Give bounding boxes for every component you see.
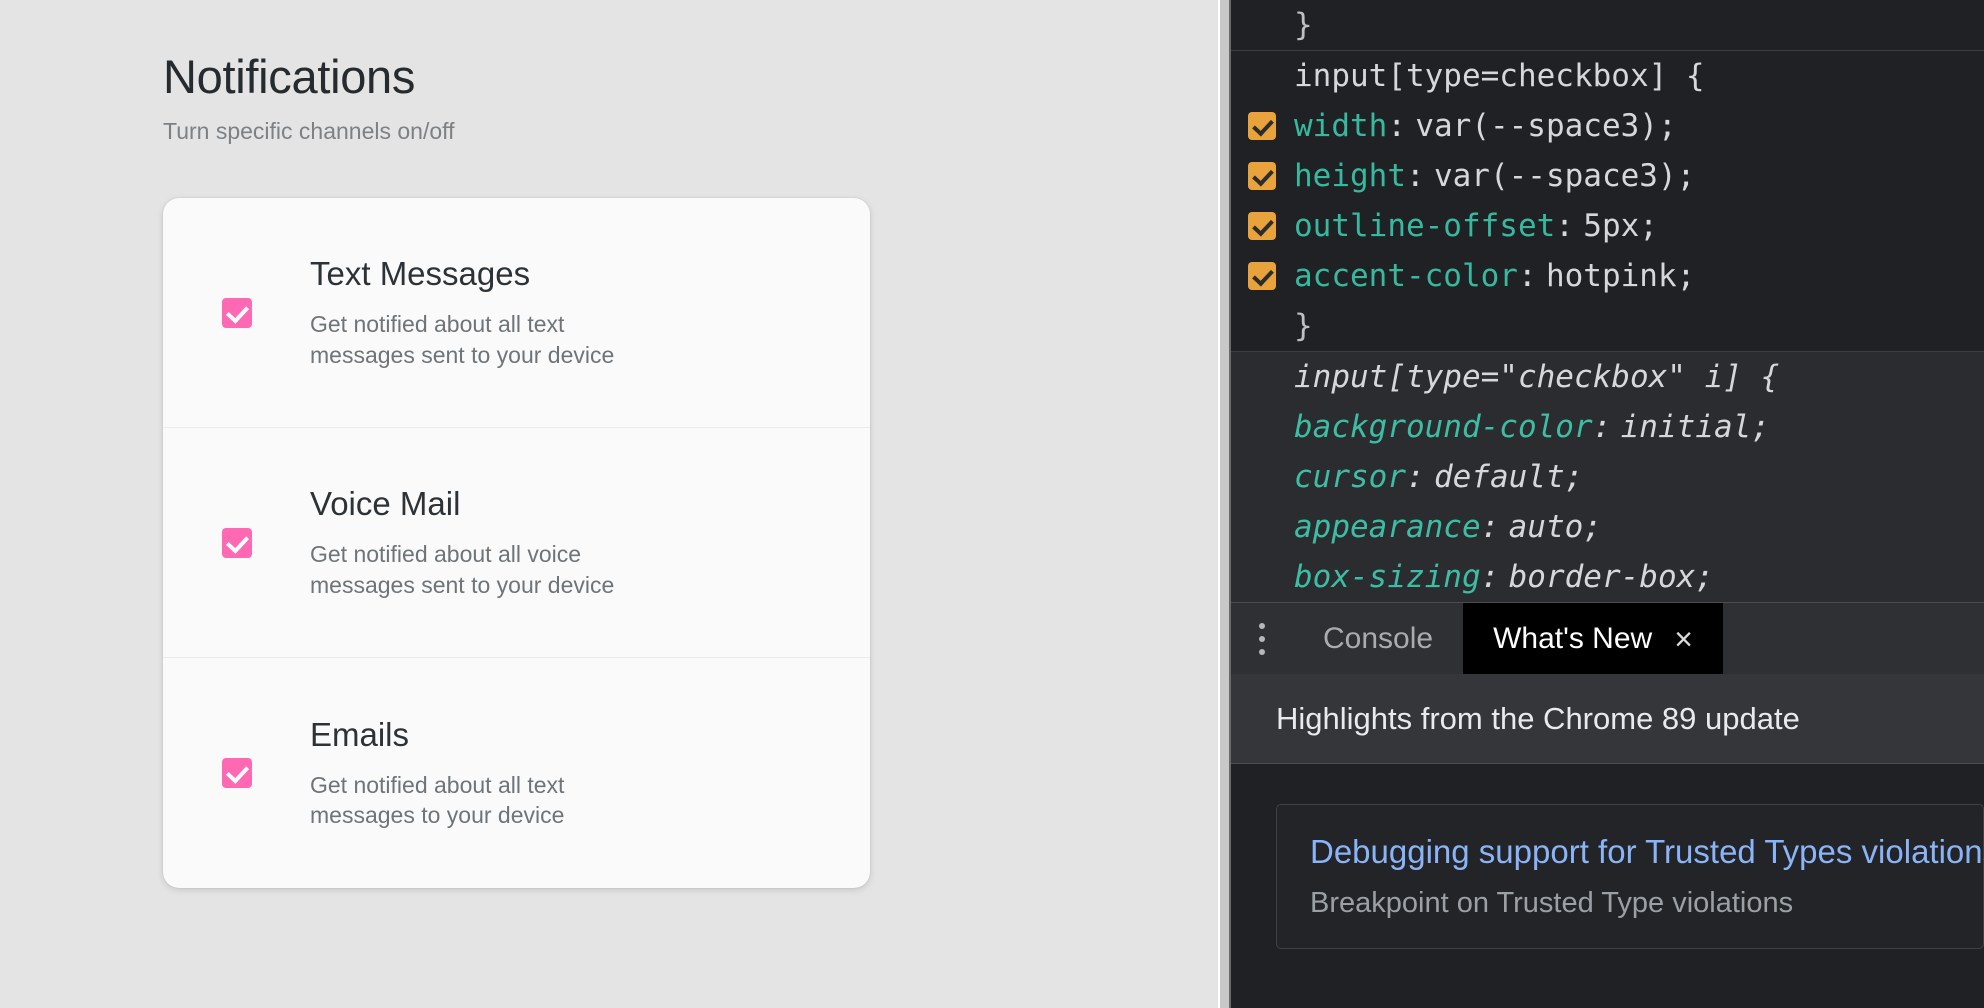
declaration-toggle-checkbox[interactable] <box>1248 162 1276 190</box>
row-title: Text Messages <box>310 255 846 293</box>
whats-new-link[interactable]: Debugging support for Trusted Types viol… <box>1310 833 1983 871</box>
rule-selector: input[type=checkbox] { <box>1294 51 1705 101</box>
css-declaration: appearance: auto; <box>1231 502 1984 552</box>
css-declaration[interactable]: height: var(--space3); <box>1231 151 1984 201</box>
styles-pane: } input[type=checkbox] { width: var(--sp… <box>1231 0 1984 602</box>
declaration-value[interactable]: 5px; <box>1583 201 1658 251</box>
row-text: Voice Mail Get notified about all voice … <box>310 485 870 600</box>
declaration-value[interactable]: var(--space3); <box>1434 151 1695 201</box>
kebab-menu-icon[interactable] <box>1231 603 1293 674</box>
css-declaration[interactable]: width: var(--space3); <box>1231 101 1984 151</box>
tab-label: Console <box>1323 622 1433 656</box>
row-description: Get notified about all text messages sen… <box>310 309 655 370</box>
checkbox-emails[interactable] <box>222 758 252 788</box>
whats-new-subtitle: Breakpoint on Trusted Type violations <box>1310 887 1983 920</box>
declaration-value: default; <box>1434 452 1583 502</box>
notification-row[interactable]: Voice Mail Get notified about all voice … <box>163 428 870 658</box>
checkbox-text-messages[interactable] <box>222 298 252 328</box>
declaration-toggle-checkbox[interactable] <box>1248 262 1276 290</box>
rule-selector: input[type="checkbox" i] { <box>1294 352 1779 402</box>
declaration-property: box-sizing <box>1294 552 1481 602</box>
css-declaration: cursor: default; <box>1231 452 1984 502</box>
declaration-property[interactable]: width <box>1294 101 1387 151</box>
css-declaration[interactable]: outline-offset: 5px; <box>1231 201 1984 251</box>
declaration-property: cursor <box>1294 452 1406 502</box>
row-description: Get notified about all voice messages se… <box>310 539 655 600</box>
rule-selector-line[interactable]: input[type=checkbox] { <box>1231 51 1984 101</box>
row-text: Emails Get notified about all text messa… <box>310 716 870 831</box>
declaration-property[interactable]: outline-offset <box>1294 201 1555 251</box>
closing-brace: } <box>1294 301 1313 351</box>
screen-root: Notifications Turn specific channels on/… <box>0 0 1984 1008</box>
row-title: Emails <box>310 716 846 754</box>
css-declaration: box-sizing: border-box; <box>1231 552 1984 602</box>
tab-whats-new[interactable]: What's New × <box>1463 603 1723 674</box>
checkbox-cell <box>163 528 310 558</box>
notification-row[interactable]: Emails Get notified about all text messa… <box>163 658 870 888</box>
declaration-property[interactable]: height <box>1294 151 1406 201</box>
declaration-value: auto; <box>1509 502 1602 552</box>
row-title: Voice Mail <box>310 485 846 523</box>
closing-brace: } <box>1294 0 1313 50</box>
declaration-property: background-color <box>1294 402 1593 452</box>
close-icon[interactable]: × <box>1674 623 1693 655</box>
declaration-toggle-checkbox[interactable] <box>1248 112 1276 140</box>
whats-new-heading: Highlights from the Chrome 89 update <box>1231 674 1984 764</box>
page-subtitle: Turn specific channels on/off <box>163 118 1218 145</box>
css-rule-author: input[type=checkbox] { width: var(--spac… <box>1231 51 1984 352</box>
notifications-card: Text Messages Get notified about all tex… <box>163 198 870 888</box>
whats-new-body: Debugging support for Trusted Types viol… <box>1231 764 1984 1008</box>
row-description: Get notified about all text messages to … <box>310 770 655 831</box>
rule-selector-line: input[type="checkbox" i] { <box>1231 352 1984 402</box>
declaration-toggle-checkbox[interactable] <box>1248 212 1276 240</box>
css-rule-user-agent: input[type="checkbox" i] { background-co… <box>1231 352 1984 602</box>
tab-console[interactable]: Console <box>1293 603 1463 674</box>
checkbox-cell <box>163 298 310 328</box>
devtools-splitter[interactable] <box>1218 0 1231 1008</box>
code-line: } <box>1231 0 1984 50</box>
css-declaration[interactable]: accent-color: hotpink; <box>1231 251 1984 301</box>
declaration-property[interactable]: accent-color <box>1294 251 1518 301</box>
tab-label: What's New <box>1493 622 1652 656</box>
rule-closing-line: } <box>1231 301 1984 351</box>
devtools-panel: } input[type=checkbox] { width: var(--sp… <box>1231 0 1984 1008</box>
checkbox-voice-mail[interactable] <box>222 528 252 558</box>
declaration-value[interactable]: var(--space3); <box>1415 101 1676 151</box>
declaration-value[interactable]: hotpink; <box>1546 251 1695 301</box>
css-declaration: background-color: initial; <box>1231 402 1984 452</box>
row-text: Text Messages Get notified about all tex… <box>310 255 870 370</box>
drawer-tab-bar: Console What's New × <box>1231 602 1984 674</box>
declaration-value: initial; <box>1621 402 1770 452</box>
whats-new-item[interactable]: Debugging support for Trusted Types viol… <box>1276 804 1984 949</box>
previous-rule-tail: } <box>1231 0 1984 51</box>
settings-page: Notifications Turn specific channels on/… <box>0 0 1218 1008</box>
declaration-value: border-box; <box>1509 552 1714 602</box>
checkbox-cell <box>163 758 310 788</box>
page-title: Notifications <box>163 52 1218 101</box>
notification-row[interactable]: Text Messages Get notified about all tex… <box>163 198 870 428</box>
declaration-property: appearance <box>1294 502 1481 552</box>
